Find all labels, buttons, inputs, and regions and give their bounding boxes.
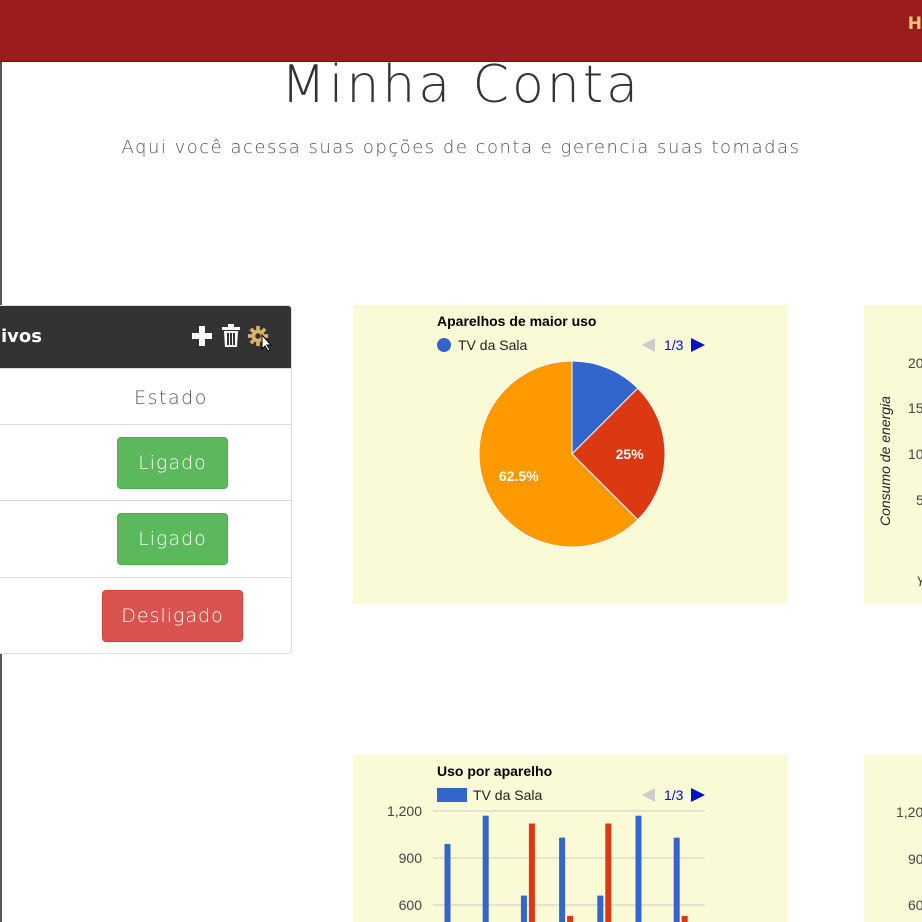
right-bottom-chart-card: 1,20 90 60 bbox=[864, 755, 922, 922]
top-navbar: H bbox=[0, 0, 922, 62]
y-tick-label: 20 bbox=[908, 355, 922, 371]
state-toggle-button[interactable]: Ligado bbox=[117, 513, 228, 565]
y-tick-label: 15 bbox=[908, 400, 922, 416]
state-toggle-button[interactable]: Desligado bbox=[102, 590, 243, 642]
bar[interactable] bbox=[520, 895, 527, 922]
device-row: Desligado bbox=[0, 577, 291, 653]
y-tick-label: 90 bbox=[908, 851, 922, 867]
bar[interactable] bbox=[635, 815, 642, 922]
y-tick-label: 1,200 bbox=[387, 803, 422, 819]
pie-chart: 25% 62.5% bbox=[478, 360, 666, 548]
y-tick-label: 900 bbox=[399, 850, 423, 866]
bar[interactable] bbox=[681, 915, 688, 922]
devices-panel: ivos Estado Ligado Ligado Desligado bbox=[0, 305, 292, 654]
page-title: Minha Conta bbox=[281, 55, 641, 115]
bar[interactable] bbox=[673, 837, 680, 922]
bar[interactable] bbox=[567, 915, 574, 922]
bar-chart: 1,200 900 600 bbox=[387, 803, 705, 922]
y-tick-label: 600 bbox=[399, 897, 423, 913]
devices-table-header: Estado bbox=[0, 368, 291, 425]
pie-chart-card: Aparelhos de maior uso TV da Sala 1/3 25… bbox=[353, 305, 788, 604]
nav-link[interactable]: H bbox=[908, 14, 922, 34]
y-tick-label: 1,20 bbox=[896, 804, 922, 820]
bar[interactable] bbox=[605, 823, 612, 922]
y-tick-label: 5 bbox=[916, 492, 922, 508]
device-row: Ligado bbox=[0, 424, 291, 501]
bar-chart-card: Uso por aparelho TV da Sala 1/3 1,200 900… bbox=[353, 755, 788, 922]
bar[interactable] bbox=[559, 837, 566, 922]
x-axis-label: Y bbox=[916, 573, 922, 589]
bar[interactable] bbox=[482, 815, 489, 922]
bar[interactable] bbox=[444, 843, 451, 922]
bar[interactable] bbox=[597, 895, 604, 922]
device-row: Ligado bbox=[0, 500, 291, 577]
plus-icon[interactable] bbox=[191, 324, 213, 348]
column-header-estado: Estado bbox=[134, 387, 208, 409]
y-tick-label: 60 bbox=[908, 897, 922, 913]
state-toggle-button[interactable]: Ligado bbox=[117, 437, 228, 489]
devices-header: ivos bbox=[0, 306, 291, 368]
trash-icon[interactable] bbox=[220, 324, 242, 348]
bar[interactable] bbox=[528, 823, 535, 922]
devices-title: ivos bbox=[1, 326, 42, 347]
mouse-cursor-icon bbox=[261, 334, 273, 352]
y-tick-label: 10 bbox=[908, 446, 922, 462]
page-subtitle: Aqui você acessa suas opções de conta e … bbox=[121, 137, 801, 158]
pie-data-label: 25% bbox=[616, 446, 645, 462]
pie-data-label: 62.5% bbox=[499, 468, 539, 484]
energy-chart-card: Consumo de energia 20 15 10 5 Y bbox=[864, 305, 922, 604]
y-axis-label: Consumo de energia bbox=[877, 396, 893, 526]
